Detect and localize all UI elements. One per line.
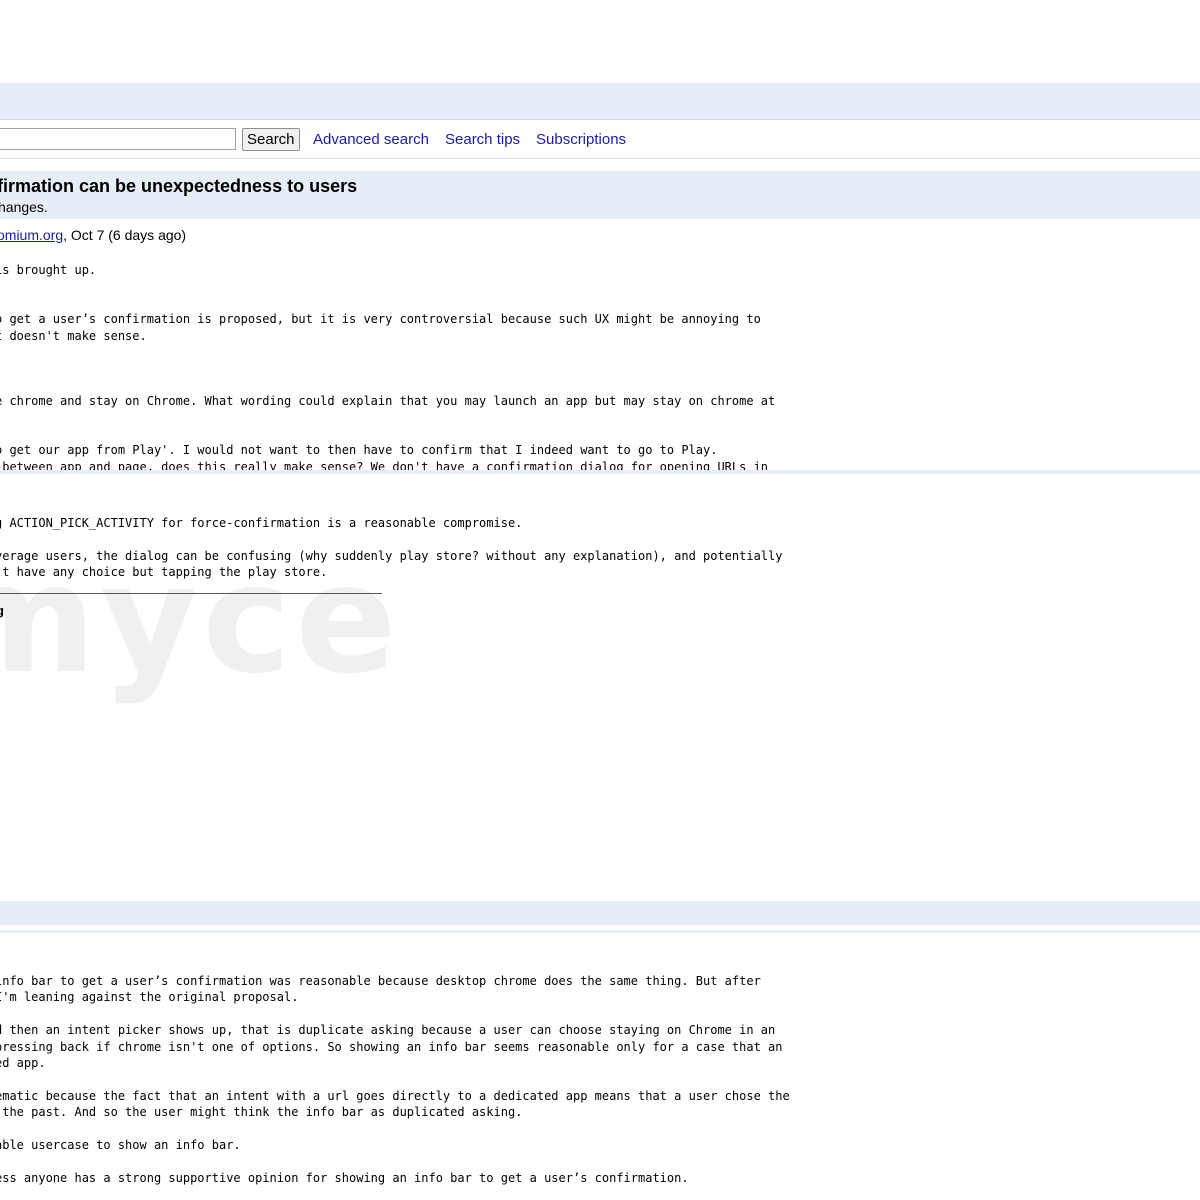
issue-title: firmation can be unexpectedness to users [0,176,358,196]
advanced-search-link[interactable]: Advanced search [313,131,429,148]
comment-body-1: is brought up. o get a user’s confirmati… [0,263,776,474]
comment-divider [0,470,1200,474]
comment-body-2: g ACTION_PICK_ACTIVITY for force-confirm… [0,516,783,580]
author-link[interactable]: omium.org [0,227,63,243]
header-rule [0,119,1200,120]
signature-rule [0,593,382,594]
comment-body-3: info bar to get a user’s confirmation wa… [0,974,790,1185]
search-input[interactable] [0,128,236,150]
search-button[interactable]: Search [242,128,300,151]
top-blank-area [0,0,1200,83]
issue-subtitle: hanges. [0,199,48,215]
search-tips-link[interactable]: Search tips [445,131,520,148]
comment-meta: omium.org, Oct 7 (6 days ago) [0,227,186,243]
subscriptions-link[interactable]: Subscriptions [536,131,626,148]
comment-divider-thin [0,930,1200,933]
issue-header: firmation can be unexpectedness to users… [0,171,1200,219]
comment-date: , Oct 7 (6 days ago) [63,227,187,243]
search-bar: Search Advanced search Search tips Subsc… [0,127,1200,155]
signature-name: g [0,603,4,618]
header-band [0,83,1200,119]
comment-divider-band [0,901,1200,925]
search-rule [0,158,1200,159]
